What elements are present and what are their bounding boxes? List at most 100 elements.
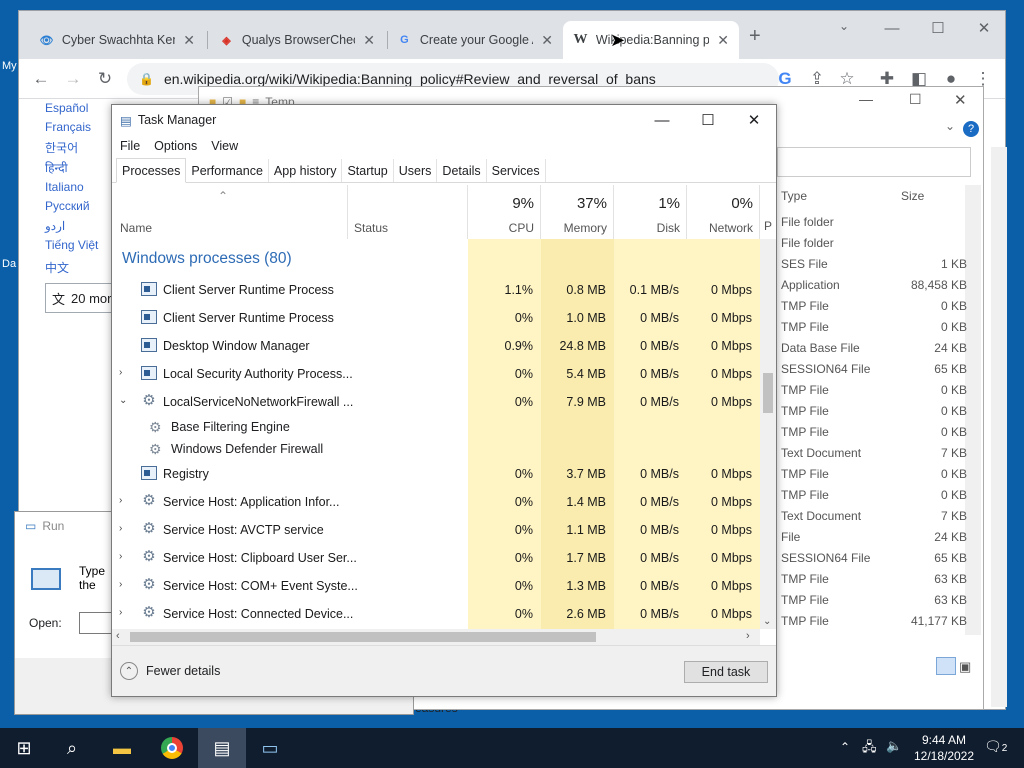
maximize-icon[interactable]: ☐: [915, 13, 961, 43]
expand-chevron-icon[interactable]: ›: [119, 579, 129, 590]
column-status[interactable]: Status: [348, 185, 468, 239]
run-taskbar-icon[interactable]: ▭: [246, 728, 294, 768]
lang-link[interactable]: 한국어: [45, 139, 78, 156]
url-text[interactable]: en.wikipedia.org/wiki/Wikipedia:Banning_…: [164, 71, 656, 87]
expand-chevron-icon[interactable]: ›: [119, 495, 129, 506]
search-icon[interactable]: ⌕: [48, 728, 96, 768]
expand-chevron-icon[interactable]: ›: [119, 607, 129, 618]
file-row[interactable]: TMP File 0 KB: [781, 404, 981, 425]
start-windows-icon[interactable]: ⊞: [0, 728, 48, 768]
tab-services[interactable]: Services: [487, 159, 546, 182]
tab-qualys[interactable]: ◈ Qualys BrowserCheck ✕: [209, 21, 385, 59]
process-row[interactable]: › ⚙ Service Host: COM+ Event Syste... 0% 1.3…: [112, 572, 758, 600]
scrollbar-thumb[interactable]: [130, 632, 596, 642]
chrome-taskbar-icon[interactable]: [148, 728, 196, 768]
lang-link[interactable]: Français: [45, 120, 91, 134]
lang-link[interactable]: हिन्दी: [45, 159, 68, 176]
file-row[interactable]: Data Base File 24 KB: [781, 341, 981, 362]
process-row[interactable]: Desktop Window Manager 0.9% 24.8 MB 0 MB/s 0…: [112, 332, 758, 360]
column-cpu[interactable]: 9% CPU: [468, 185, 541, 239]
column-header-size[interactable]: Size: [901, 189, 924, 203]
tab-wikipedia[interactable]: W Wikipedia:Banning policy ✕: [563, 21, 739, 59]
file-row[interactable]: TMP File 0 KB: [781, 299, 981, 320]
back-icon[interactable]: ←: [27, 65, 55, 93]
group-header[interactable]: Windows processes (80): [122, 250, 292, 268]
lang-link[interactable]: Español: [45, 101, 88, 115]
file-row[interactable]: Application 88,458 KB: [781, 278, 981, 299]
file-row[interactable]: TMP File 0 KB: [781, 383, 981, 404]
menu-view[interactable]: View: [211, 139, 238, 153]
lang-link[interactable]: Tiếng Việt: [45, 238, 98, 252]
file-row[interactable]: TMP File 0 KB: [781, 425, 981, 446]
lang-link[interactable]: 中文: [45, 259, 69, 276]
file-row[interactable]: File 24 KB: [781, 530, 981, 551]
expand-chevron-icon[interactable]: ›: [119, 523, 129, 534]
scroll-right-icon[interactable]: ›: [746, 630, 750, 642]
menu-options[interactable]: Options: [154, 139, 197, 153]
scroll-left-icon[interactable]: ‹: [116, 630, 120, 642]
scrollbar-thumb[interactable]: [763, 373, 773, 413]
close-tab-icon[interactable]: ✕: [717, 32, 729, 49]
file-row[interactable]: SESSION64 File 65 KB: [781, 551, 981, 572]
more-languages-button[interactable]: 文 20 more: [45, 283, 115, 313]
forward-icon[interactable]: →: [59, 65, 87, 93]
file-row[interactable]: TMP File 0 KB: [781, 320, 981, 341]
column-name[interactable]: ⌃ Name: [112, 185, 348, 239]
tab-startup[interactable]: Startup: [342, 159, 394, 182]
show-hidden-icons-icon[interactable]: ⌃: [840, 740, 850, 754]
maximize-icon[interactable]: ☐: [685, 105, 731, 135]
tab-cyber-swachhta[interactable]: 👁 Cyber Swachhta Kendra ✕: [29, 21, 205, 59]
column-memory[interactable]: 37% Memory: [541, 185, 614, 239]
file-row[interactable]: File folder: [781, 236, 981, 257]
file-row[interactable]: TMP File 63 KB: [781, 593, 981, 614]
tab-app-history[interactable]: App history: [269, 159, 343, 182]
column-power[interactable]: P: [764, 219, 772, 233]
file-explorer-taskbar-icon[interactable]: ▬: [98, 728, 146, 768]
lang-link[interactable]: اردو: [45, 219, 65, 233]
lang-link[interactable]: Русский: [45, 199, 90, 213]
close-icon[interactable]: ✕: [961, 13, 1007, 43]
minimize-icon[interactable]: —: [859, 91, 873, 107]
process-row[interactable]: › Local Security Authority Process... 0% 5.…: [112, 360, 758, 388]
process-row[interactable]: ⌄ ⚙ LocalServiceNoNetworkFirewall ... 0% 7.9…: [112, 388, 758, 416]
tab-search-icon[interactable]: ⌄: [839, 19, 849, 33]
tab-users[interactable]: Users: [394, 159, 438, 182]
maximize-icon[interactable]: ☐: [909, 91, 922, 108]
subprocess-row[interactable]: ⚙ Base Filtering Engine: [112, 416, 758, 438]
network-icon[interactable]: 🖧: [862, 738, 877, 760]
expand-chevron-icon[interactable]: ›: [119, 367, 129, 378]
file-row[interactable]: TMP File 63 KB: [781, 572, 981, 593]
subprocess-row[interactable]: ⚙ Windows Defender Firewall: [112, 438, 758, 460]
close-tab-icon[interactable]: ✕: [363, 32, 375, 49]
process-row[interactable]: Registry 0% 3.7 MB 0 MB/s 0 Mbps: [112, 460, 758, 488]
notification-icon[interactable]: 🗨2: [984, 738, 1007, 755]
scroll-down-icon[interactable]: ⌄: [763, 616, 771, 627]
file-row[interactable]: TMP File 0 KB: [781, 467, 981, 488]
file-row[interactable]: SES File 1 KB: [781, 257, 981, 278]
process-row[interactable]: › ⚙ Service Host: Clipboard User Ser... 0% 1…: [112, 544, 758, 572]
tab-performance[interactable]: Performance: [186, 159, 269, 182]
file-row[interactable]: TMP File 0 KB: [781, 488, 981, 509]
desktop-icon-label[interactable]: My: [2, 60, 17, 72]
minimize-icon[interactable]: —: [869, 13, 915, 43]
process-row[interactable]: › ⚙ Service Host: Application Infor... 0% 1.…: [112, 488, 758, 516]
details-view-icon[interactable]: [936, 657, 956, 675]
close-icon[interactable]: ✕: [731, 105, 777, 135]
page-scrollbar[interactable]: [991, 147, 1007, 707]
tab-google-account[interactable]: G Create your Google Account ✕: [387, 21, 563, 59]
horizontal-scrollbar[interactable]: ‹ ›: [112, 629, 760, 645]
volume-icon[interactable]: 🔈: [886, 738, 902, 754]
tab-details[interactable]: Details: [437, 159, 487, 182]
file-row[interactable]: TMP File 41,177 KB: [781, 614, 981, 635]
process-row[interactable]: Client Server Runtime Process 1.1% 0.8 MB 0…: [112, 276, 758, 304]
expand-chevron-icon[interactable]: ›: [119, 551, 129, 562]
column-disk[interactable]: 1% Disk: [614, 185, 687, 239]
close-icon[interactable]: ✕: [954, 91, 967, 109]
minimize-icon[interactable]: —: [639, 105, 685, 135]
vertical-scrollbar[interactable]: ⌄: [760, 239, 776, 629]
file-row[interactable]: Text Document 7 KB: [781, 509, 981, 530]
close-tab-icon[interactable]: ✕: [183, 32, 195, 49]
menu-file[interactable]: File: [120, 139, 140, 153]
help-icon[interactable]: ?: [963, 121, 979, 137]
column-header-type[interactable]: Type: [781, 189, 807, 203]
